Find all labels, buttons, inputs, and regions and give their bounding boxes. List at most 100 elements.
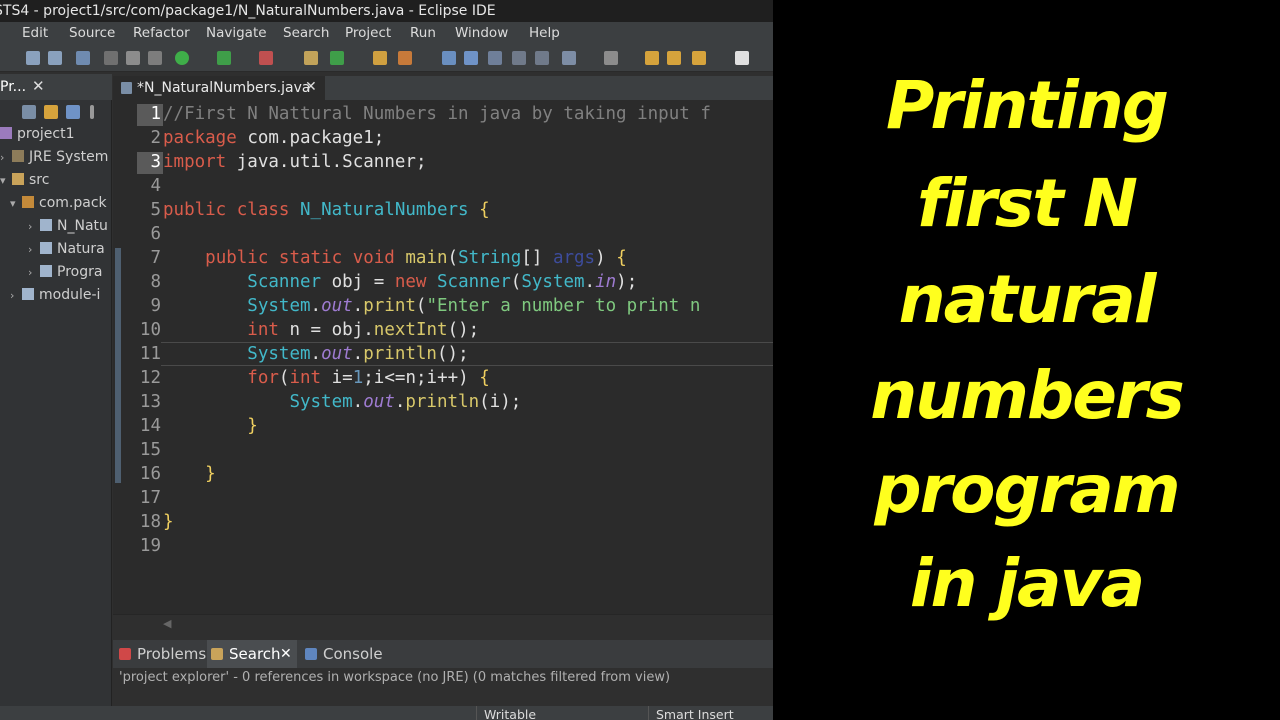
toggle-mark-occurrences-icon[interactable] [442,51,456,65]
save-all-icon[interactable] [48,51,62,65]
tab-n-naturalnumbers[interactable]: *N_NaturalNumbers.java ✕ [113,76,325,100]
package-icon [22,196,34,208]
new-java-project-icon[interactable] [304,51,318,65]
tree-item-natural[interactable]: › Natura [28,241,105,263]
status-separator [476,706,477,720]
line-number: 8 [150,272,161,292]
build-icon[interactable] [126,51,140,65]
explorer-tab-label: Pr... [0,79,27,95]
code-line[interactable]: } [163,414,258,438]
open-type-icon[interactable] [373,51,387,65]
highlight-icon[interactable] [464,51,478,65]
view-menu-icon[interactable] [90,105,94,119]
tree-item-module-info[interactable]: › module-i [10,287,100,309]
forward-icon[interactable] [667,51,681,65]
video-title-overlay: Printing first N natural numbers program… [773,0,1280,720]
java-file-icon [22,288,34,300]
search-icon [211,648,223,660]
menu-window[interactable]: Window [455,25,508,41]
editor-tab-close-icon[interactable]: ✕ [305,79,317,95]
code-line[interactable]: //First N Nattural Numbers in java by ta… [163,102,711,126]
search-icon[interactable] [398,51,412,65]
status-separator [648,706,649,720]
editor-horizontal-scrollbar[interactable]: ◀ [113,614,773,632]
code-editor[interactable]: 1 2 3 4 5 6 7 8 9 10 11 12 13 14 15 16 1… [113,100,773,632]
tree-item-n-natural[interactable]: › N_Natu [28,218,108,240]
eclipse-window: STS4 - project1/src/com/package1/N_Natur… [0,0,773,720]
annotation-icon[interactable] [562,51,576,65]
line-number: 2 [150,128,161,148]
explorer-tab[interactable]: Pr... ✕ [0,74,112,100]
run-icon[interactable] [175,51,189,65]
bottom-panel-tabs: Problems Search ✕ Console [113,640,773,668]
menu-project[interactable]: Project [345,25,391,41]
search-results-summary: 'project explorer' - 0 references in wor… [113,668,773,688]
menu-search[interactable]: Search [283,25,329,41]
status-bar: Writable Smart Insert [0,706,773,720]
next-icon[interactable] [735,51,749,65]
menu-refactor[interactable]: Refactor [133,25,190,41]
tree-item-program[interactable]: › Progra [28,264,102,286]
change-ruler [115,248,121,483]
filter-icon[interactable] [66,105,80,119]
source-folder-icon [12,173,24,185]
code-line[interactable]: int n = obj.nextInt(); [163,318,479,342]
menu-navigate[interactable]: Navigate [206,25,267,41]
line-number: 7 [150,248,161,268]
previous-edit-icon[interactable] [692,51,706,65]
line-number: 5 [150,200,161,220]
code-line[interactable]: Scanner obj = new Scanner(System.in); [163,270,637,294]
code-line[interactable]: public class N_NaturalNumbers { [163,198,490,222]
code-line[interactable]: System.out.println(); [163,342,468,366]
menu-edit[interactable]: Edit [22,25,48,41]
title-line: in java [909,545,1145,622]
line-number: 18 [139,512,161,532]
code-line[interactable]: public static void main(String[] args) { [163,246,627,270]
code-line[interactable]: import java.util.Scanner; [163,150,426,174]
line-number: 9 [150,296,161,316]
line-number: 6 [150,224,161,244]
save-icon[interactable] [26,51,40,65]
tree-item-src[interactable]: ▾ src [0,172,49,194]
code-line[interactable]: } [163,510,174,534]
menu-run[interactable]: Run [410,25,436,41]
line-number: 10 [139,320,161,340]
code-line[interactable]: } [163,462,216,486]
code-line[interactable]: System.out.print("Enter a number to prin… [163,294,700,318]
link-with-editor-icon[interactable] [44,105,58,119]
editor-tab-bar: *N_NaturalNumbers.java ✕ [113,76,773,100]
coverage-icon[interactable] [259,51,273,65]
search-tab-close-icon[interactable]: ✕ [280,640,292,668]
tab-console[interactable]: Console [301,640,391,668]
block-selection-icon[interactable] [488,51,502,65]
tree-item-package[interactable]: ▾ com.pack [10,195,107,217]
line-number: 4 [150,176,161,196]
tree-item-jre-system[interactable]: › JRE System [0,149,108,171]
status-writable: Writable [484,707,537,720]
explorer-close-icon[interactable]: ✕ [32,77,45,95]
settings-icon[interactable] [148,51,162,65]
code-line[interactable]: package com.package1; [163,126,384,150]
java-file-icon [40,242,52,254]
pilcrow-icon[interactable] [535,51,549,65]
code-line[interactable]: for(int i=1;i<=n;i++) { [163,366,490,390]
terminal-icon[interactable] [76,51,90,65]
debug-icon[interactable] [217,51,231,65]
scroll-left-icon[interactable]: ◀ [163,617,171,630]
library-icon [12,150,24,162]
tree-item-project1[interactable]: project1 [0,126,75,148]
menu-help[interactable]: Help [529,25,560,41]
line-number: 16 [139,464,161,484]
skip-breakpoints-icon[interactable] [104,51,118,65]
tab-search[interactable]: Search ✕ [207,640,297,668]
tab-problems[interactable]: Problems [115,640,207,668]
back-icon[interactable] [645,51,659,65]
new-class-icon[interactable] [330,51,344,65]
title-line: first N [917,165,1138,242]
collapse-all-icon[interactable] [22,105,36,119]
code-line[interactable]: System.out.println(i); [163,390,521,414]
last-edit-icon[interactable] [604,51,618,65]
line-number: 3 [137,152,163,174]
show-whitespace-icon[interactable] [512,51,526,65]
menu-source[interactable]: Source [69,25,115,41]
